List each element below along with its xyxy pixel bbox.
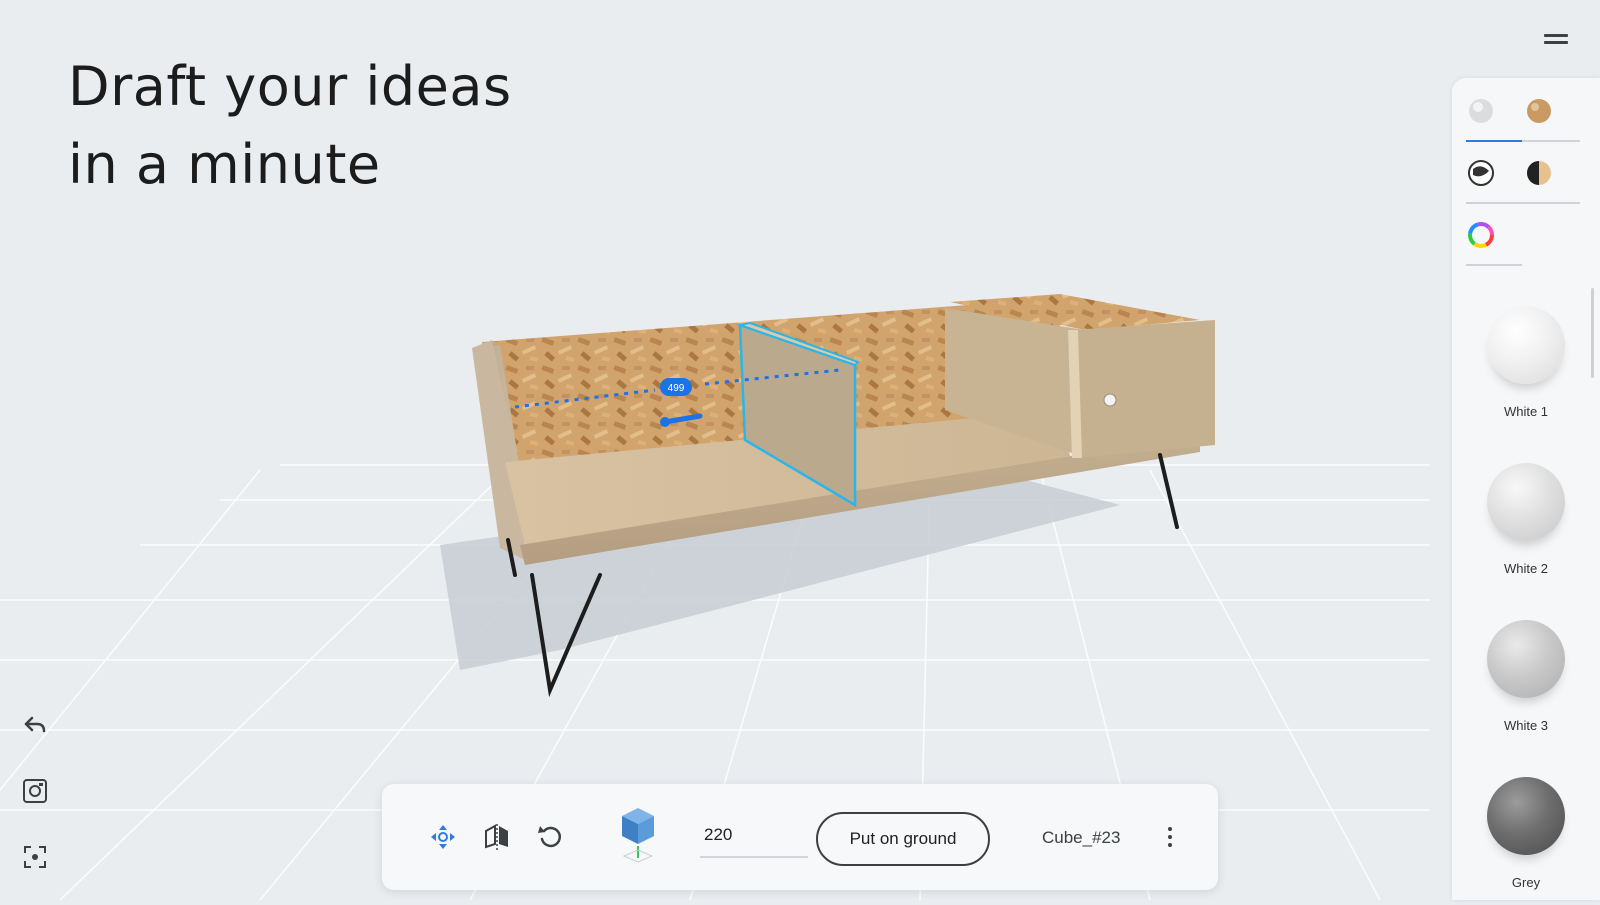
move-icon[interactable] [426, 820, 460, 854]
plain-material-icon[interactable] [1466, 96, 1496, 126]
material-swatch-white-3[interactable]: White 3 [1452, 620, 1600, 733]
measurement-label: 499 [668, 383, 685, 394]
material-ball [1487, 306, 1565, 384]
material-category-row-3 [1466, 202, 1580, 260]
material-label: Grey [1511, 875, 1541, 890]
cube-icon[interactable] [618, 802, 658, 866]
material-panel: White 1 White 2 White 3 Grey [1452, 78, 1600, 900]
wood-material-icon[interactable] [1524, 96, 1554, 126]
material-category-row-2 [1466, 140, 1580, 198]
undo-icon[interactable] [20, 710, 50, 740]
material-label: White 2 [1503, 561, 1549, 576]
material-category-row-1 [1466, 78, 1580, 136]
material-label: White 1 [1503, 404, 1549, 419]
material-ball [1487, 463, 1565, 541]
more-vert-icon[interactable] [1164, 822, 1176, 852]
object-toolbar: Put on ground Cube_#23 [382, 784, 1218, 890]
material-ball [1487, 777, 1565, 855]
focus-icon[interactable] [20, 842, 50, 872]
object-name[interactable]: Cube_#23 [1042, 828, 1120, 848]
material-ball [1487, 620, 1565, 698]
material-swatch-white-2[interactable]: White 2 [1452, 463, 1600, 576]
pattern-material-icon[interactable] [1466, 158, 1496, 188]
menu-icon[interactable] [1544, 34, 1568, 50]
headline: Draft your ideas in a minute [68, 48, 512, 204]
material-label: White 3 [1503, 718, 1549, 733]
color-wheel-icon[interactable] [1466, 220, 1496, 250]
dimension-field[interactable] [700, 814, 808, 858]
screenshot-icon[interactable] [20, 776, 50, 806]
headline-line-2: in a minute [68, 133, 381, 196]
put-on-ground-button[interactable]: Put on ground [816, 812, 990, 866]
material-swatch-white-1[interactable]: White 1 [1452, 306, 1600, 419]
divider [1466, 264, 1522, 266]
mixed-material-icon[interactable] [1524, 158, 1554, 188]
rotate-icon[interactable] [534, 820, 568, 854]
cabinet-knob[interactable] [1103, 393, 1117, 407]
headline-line-1: Draft your ideas [68, 55, 512, 118]
material-swatch-grey[interactable]: Grey [1452, 777, 1600, 890]
mirror-icon[interactable] [480, 820, 514, 854]
cabinet-front [1072, 320, 1215, 458]
